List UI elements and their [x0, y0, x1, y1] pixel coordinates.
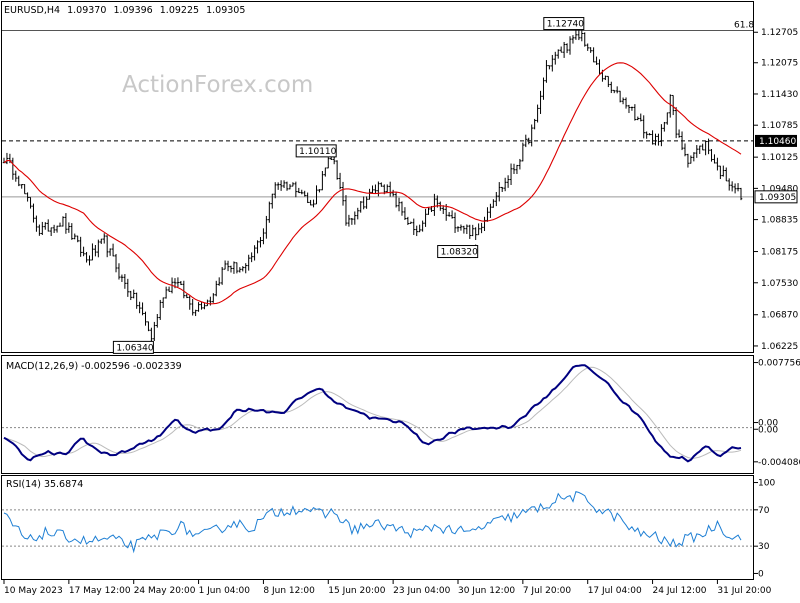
- price-tick-label: 1.08835: [761, 216, 798, 226]
- x-tick-label: 15 Jun 20:00: [328, 586, 385, 596]
- x-tick-label: 30 Jun 12:00: [458, 586, 515, 596]
- x-tick-label: 1 Jun 04:00: [199, 586, 251, 596]
- price-tick-label: 1.10125: [761, 153, 798, 163]
- price-tick-label: 1.07530: [761, 279, 798, 289]
- level-price-label: 1.10460: [759, 137, 796, 147]
- high-value: 1.09396: [113, 5, 152, 16]
- price-header: EURUSD,H4 1.09370 1.09396 1.09225 1.0930…: [4, 5, 245, 16]
- price-annotation: 1.12740: [543, 17, 585, 31]
- symbol-label: EURUSD,H4: [4, 5, 60, 16]
- rsi-tick-label: 70: [758, 506, 770, 516]
- x-tick-label: 17 May 12:00: [69, 586, 131, 596]
- close-value: 1.09305: [206, 5, 245, 16]
- chart-svg: EURUSD,H4 1.09370 1.09396 1.09225 1.0930…: [1, 1, 800, 596]
- price-tick-label: 1.08175: [761, 248, 798, 258]
- chart-root: EURUSD,H4 1.09370 1.09396 1.09225 1.0930…: [0, 0, 800, 600]
- fib-level-label: 61.8: [734, 21, 754, 31]
- x-tick-label: 8 Jun 12:00: [263, 586, 315, 596]
- price-tick-label: 1.11430: [761, 90, 798, 100]
- rsi-tick-label: 100: [758, 479, 775, 489]
- price-annotation: 1.06340: [112, 340, 154, 354]
- macd-tick-label: 0.00: [758, 425, 778, 435]
- watermark: ActionForex.com: [122, 72, 313, 98]
- low-value: 1.09225: [160, 5, 199, 16]
- macd-title: MACD(12,26,9) -0.002596 -0.002339: [6, 361, 182, 372]
- svg-text:1.12740: 1.12740: [547, 20, 584, 30]
- x-tick-label: 24 Jul 12:00: [653, 586, 707, 596]
- x-tick-label: 24 May 20:00: [134, 586, 196, 596]
- x-tick-label: 31 Jul 20:00: [717, 586, 771, 596]
- x-tick-label: 10 May 2023: [4, 586, 63, 596]
- price-tick-label: 1.12705: [761, 28, 798, 38]
- svg-text:1.06340: 1.06340: [116, 343, 153, 353]
- rsi-tick-label: 30: [758, 542, 770, 552]
- price-tick-label: 1.12075: [761, 59, 798, 69]
- x-tick-label: 23 Jun 04:00: [393, 586, 450, 596]
- svg-text:1.08320: 1.08320: [441, 248, 478, 258]
- open-value: 1.09370: [67, 5, 106, 16]
- price-tick-label: 1.06225: [761, 342, 798, 352]
- price-annotation: 1.08320: [437, 244, 479, 259]
- price-tick-label: 1.06870: [761, 311, 798, 321]
- x-axis: 10 May 2023 17 May 12:00 24 May 20:00 1 Jun…: [3, 580, 772, 596]
- macd-tick-label: -0.004086: [758, 458, 800, 468]
- price-tick-label: 1.10785: [761, 121, 798, 131]
- svg-text:1.10110: 1.10110: [299, 147, 336, 157]
- rsi-title: RSI(14) 35.6874: [6, 479, 83, 490]
- rsi-tick-label: 0: [758, 569, 764, 579]
- price-annotation: 1.10110: [295, 144, 337, 158]
- main-panel-frame: [1, 1, 754, 353]
- main-axis: 1.127051.120751.114301.107851.101251.094…: [754, 28, 798, 352]
- macd-tick-label: 0.007756: [758, 359, 800, 369]
- rsi-panel-frame: [1, 475, 754, 580]
- x-tick-label: 7 Jul 20:00: [523, 586, 572, 596]
- current-price-label: 1.09305: [759, 193, 796, 203]
- x-tick-label: 17 Jul 04:00: [588, 586, 642, 596]
